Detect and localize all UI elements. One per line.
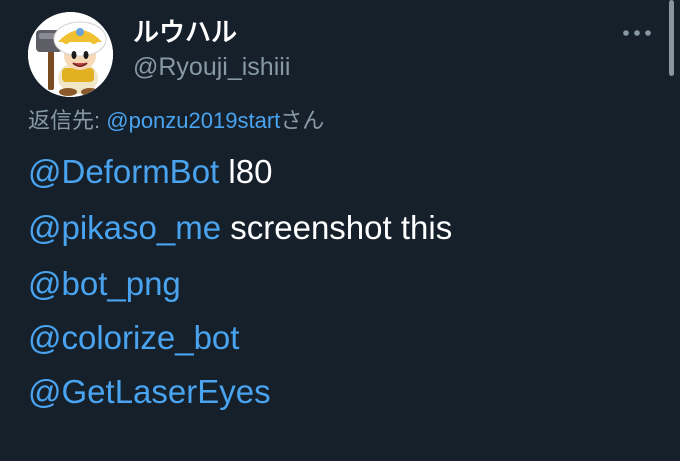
mention-link[interactable]: @DeformBot xyxy=(28,153,219,190)
reply-target-link[interactable]: @ponzu2019start xyxy=(106,108,280,133)
tweet-line: @bot_png xyxy=(28,264,181,304)
user-handle[interactable]: @Ryouji_ishiii xyxy=(133,52,290,82)
reply-to-line: 返信先: @ponzu2019startさん xyxy=(28,106,324,136)
reply-suffix: さん xyxy=(280,108,325,133)
avatar[interactable] xyxy=(28,12,113,97)
mention-link[interactable]: @GetLaserEyes xyxy=(28,373,271,410)
tweet: ルウハル @Ryouji_ishiii 返信先: @ponzu2019start… xyxy=(0,0,680,461)
display-name[interactable]: ルウハル xyxy=(133,16,237,48)
toad-hammer-avatar-icon xyxy=(28,12,113,97)
mention-link[interactable]: @bot_png xyxy=(28,265,181,302)
tweet-line: @pikaso_me screenshot this xyxy=(28,208,452,248)
tweet-line: @DeformBot l80 xyxy=(28,152,272,192)
tweet-line: @colorize_bot xyxy=(28,318,239,358)
reply-prefix: 返信先: xyxy=(28,108,101,133)
scrollbar-thumb[interactable] xyxy=(669,0,674,76)
mention-link[interactable]: @pikaso_me xyxy=(28,209,221,246)
tweet-text: screenshot this xyxy=(221,209,453,246)
tweet-line: @GetLaserEyes xyxy=(28,372,271,412)
more-horizontal-icon xyxy=(623,30,651,36)
more-options-button[interactable] xyxy=(622,26,652,38)
mention-link[interactable]: @colorize_bot xyxy=(28,319,239,356)
tweet-text: l80 xyxy=(219,153,273,190)
